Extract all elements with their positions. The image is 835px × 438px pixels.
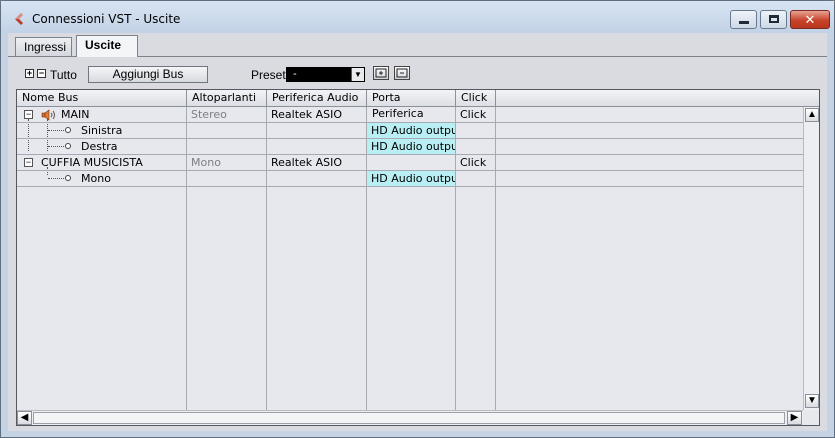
close-button[interactable]: ✕ xyxy=(790,10,830,29)
all-label: Tutto xyxy=(50,68,77,82)
expand-all-button[interactable]: + xyxy=(25,69,34,78)
device-port-cell[interactable]: HD Audio outpu xyxy=(367,139,455,154)
collapse-all-button[interactable]: − xyxy=(37,69,46,78)
collapse-toggle[interactable]: − xyxy=(24,158,33,167)
device-port-cell[interactable]: HD Audio outpu xyxy=(367,171,455,186)
remove-preset-button[interactable] xyxy=(394,66,410,80)
speaker-icon[interactable] xyxy=(41,109,57,121)
col-header-device-port[interactable]: Porta Periferica xyxy=(367,90,456,120)
speakers-cell xyxy=(187,171,265,186)
title-bar[interactable]: Connessioni VST - Uscite ✕ xyxy=(1,1,834,33)
speakers-cell[interactable]: Stereo xyxy=(187,107,265,122)
store-preset-button[interactable] xyxy=(373,66,389,80)
maximize-icon xyxy=(769,15,779,23)
bus-name: CUFFIA MUSICISTA xyxy=(41,156,143,169)
speakers-cell xyxy=(187,123,265,138)
minimize-icon xyxy=(739,21,749,24)
preset-dropdown[interactable]: - ▼ xyxy=(286,67,365,82)
col-header-audio-device[interactable]: Periferica Audio xyxy=(267,90,367,106)
audio-device-cell[interactable]: Realtek ASIO xyxy=(267,155,365,170)
preset-value: - xyxy=(293,68,297,80)
remove-preset-icon xyxy=(396,68,408,78)
speakers-cell xyxy=(187,139,265,154)
device-port-cell[interactable] xyxy=(367,107,455,122)
speakers-cell[interactable]: Mono xyxy=(187,155,265,170)
tab-ingressi[interactable]: Ingressi xyxy=(15,37,72,57)
col-header-empty xyxy=(496,90,803,106)
table-row[interactable]: − CUFFIA MUSICISTA Mono Realtek ASIO Cli… xyxy=(17,155,803,171)
audio-device-cell xyxy=(267,171,365,186)
preset-label: Preset xyxy=(251,68,286,82)
maximize-button[interactable] xyxy=(760,10,787,29)
channel-node-icon xyxy=(65,143,71,149)
scroll-left-button[interactable]: ◀ xyxy=(17,411,32,425)
tree-guide xyxy=(48,146,66,147)
grid-header: Nome Bus Altoparlanti Periferica Audio P… xyxy=(17,90,819,120)
bus-name: MAIN xyxy=(61,108,90,121)
cubase-logo-icon xyxy=(15,13,23,25)
click-cell[interactable]: Click xyxy=(456,155,494,170)
chevron-down-icon: ▼ xyxy=(351,68,364,81)
tree-guide xyxy=(48,130,66,131)
table-row[interactable]: Mono HD Audio outpu xyxy=(17,171,803,187)
bus-grid: Nome Bus Altoparlanti Periferica Audio P… xyxy=(16,89,820,426)
horizontal-scrollbar[interactable]: ◀ ▶ xyxy=(17,410,803,425)
audio-device-cell[interactable]: Realtek ASIO xyxy=(267,107,365,122)
chevron-down-icon: ▼ xyxy=(807,395,817,406)
device-port-cell[interactable]: HD Audio outpu xyxy=(367,123,455,138)
col-header-click[interactable]: Click xyxy=(456,90,496,106)
vst-connections-window: Connessioni VST - Uscite ✕ Ingressi Usci… xyxy=(0,0,835,438)
table-row[interactable]: Destra HD Audio outpu xyxy=(17,139,803,155)
window-body: Ingressi Uscite + − Tutto Aggiungi Bus P… xyxy=(8,33,827,431)
tab-uscite[interactable]: Uscite xyxy=(76,35,138,57)
add-bus-button[interactable]: Aggiungi Bus xyxy=(88,66,208,83)
store-preset-icon xyxy=(375,68,387,78)
col-header-bus-name[interactable]: Nome Bus xyxy=(17,90,187,106)
device-port-cell[interactable] xyxy=(367,155,455,170)
channel-name: Mono xyxy=(81,172,111,185)
audio-device-cell xyxy=(267,123,365,138)
click-cell xyxy=(456,139,494,154)
chevron-right-icon: ▶ xyxy=(790,412,799,423)
scroll-down-button[interactable]: ▼ xyxy=(805,394,819,408)
minimize-button[interactable] xyxy=(730,10,757,29)
vertical-scrollbar[interactable]: ▲ ▼ xyxy=(803,107,819,410)
channel-node-icon xyxy=(65,127,71,133)
channel-node-icon xyxy=(65,175,71,181)
close-icon: ✕ xyxy=(804,12,816,27)
scroll-up-button[interactable]: ▲ xyxy=(805,108,819,122)
chevron-left-icon: ◀ xyxy=(20,412,29,423)
toolbar: + − Tutto Aggiungi Bus Preset - ▼ xyxy=(8,66,827,84)
chevron-up-icon: ▲ xyxy=(807,109,817,120)
channel-name: Destra xyxy=(81,140,118,153)
table-row[interactable]: − MAIN Stereo Realtek ASIO Click xyxy=(17,107,803,123)
audio-device-cell xyxy=(267,139,365,154)
scroll-right-button[interactable]: ▶ xyxy=(787,411,802,425)
table-row[interactable]: Sinistra HD Audio outpu xyxy=(17,123,803,139)
tree-guide xyxy=(48,178,66,179)
scrollbar-thumb[interactable] xyxy=(33,412,785,424)
click-cell[interactable]: Click xyxy=(456,107,494,122)
collapse-toggle[interactable]: − xyxy=(24,110,33,119)
channel-name: Sinistra xyxy=(81,124,123,137)
col-header-speakers[interactable]: Altoparlanti xyxy=(187,90,267,106)
click-cell xyxy=(456,171,494,186)
window-title: Connessioni VST - Uscite xyxy=(32,12,181,26)
click-cell xyxy=(456,123,494,138)
